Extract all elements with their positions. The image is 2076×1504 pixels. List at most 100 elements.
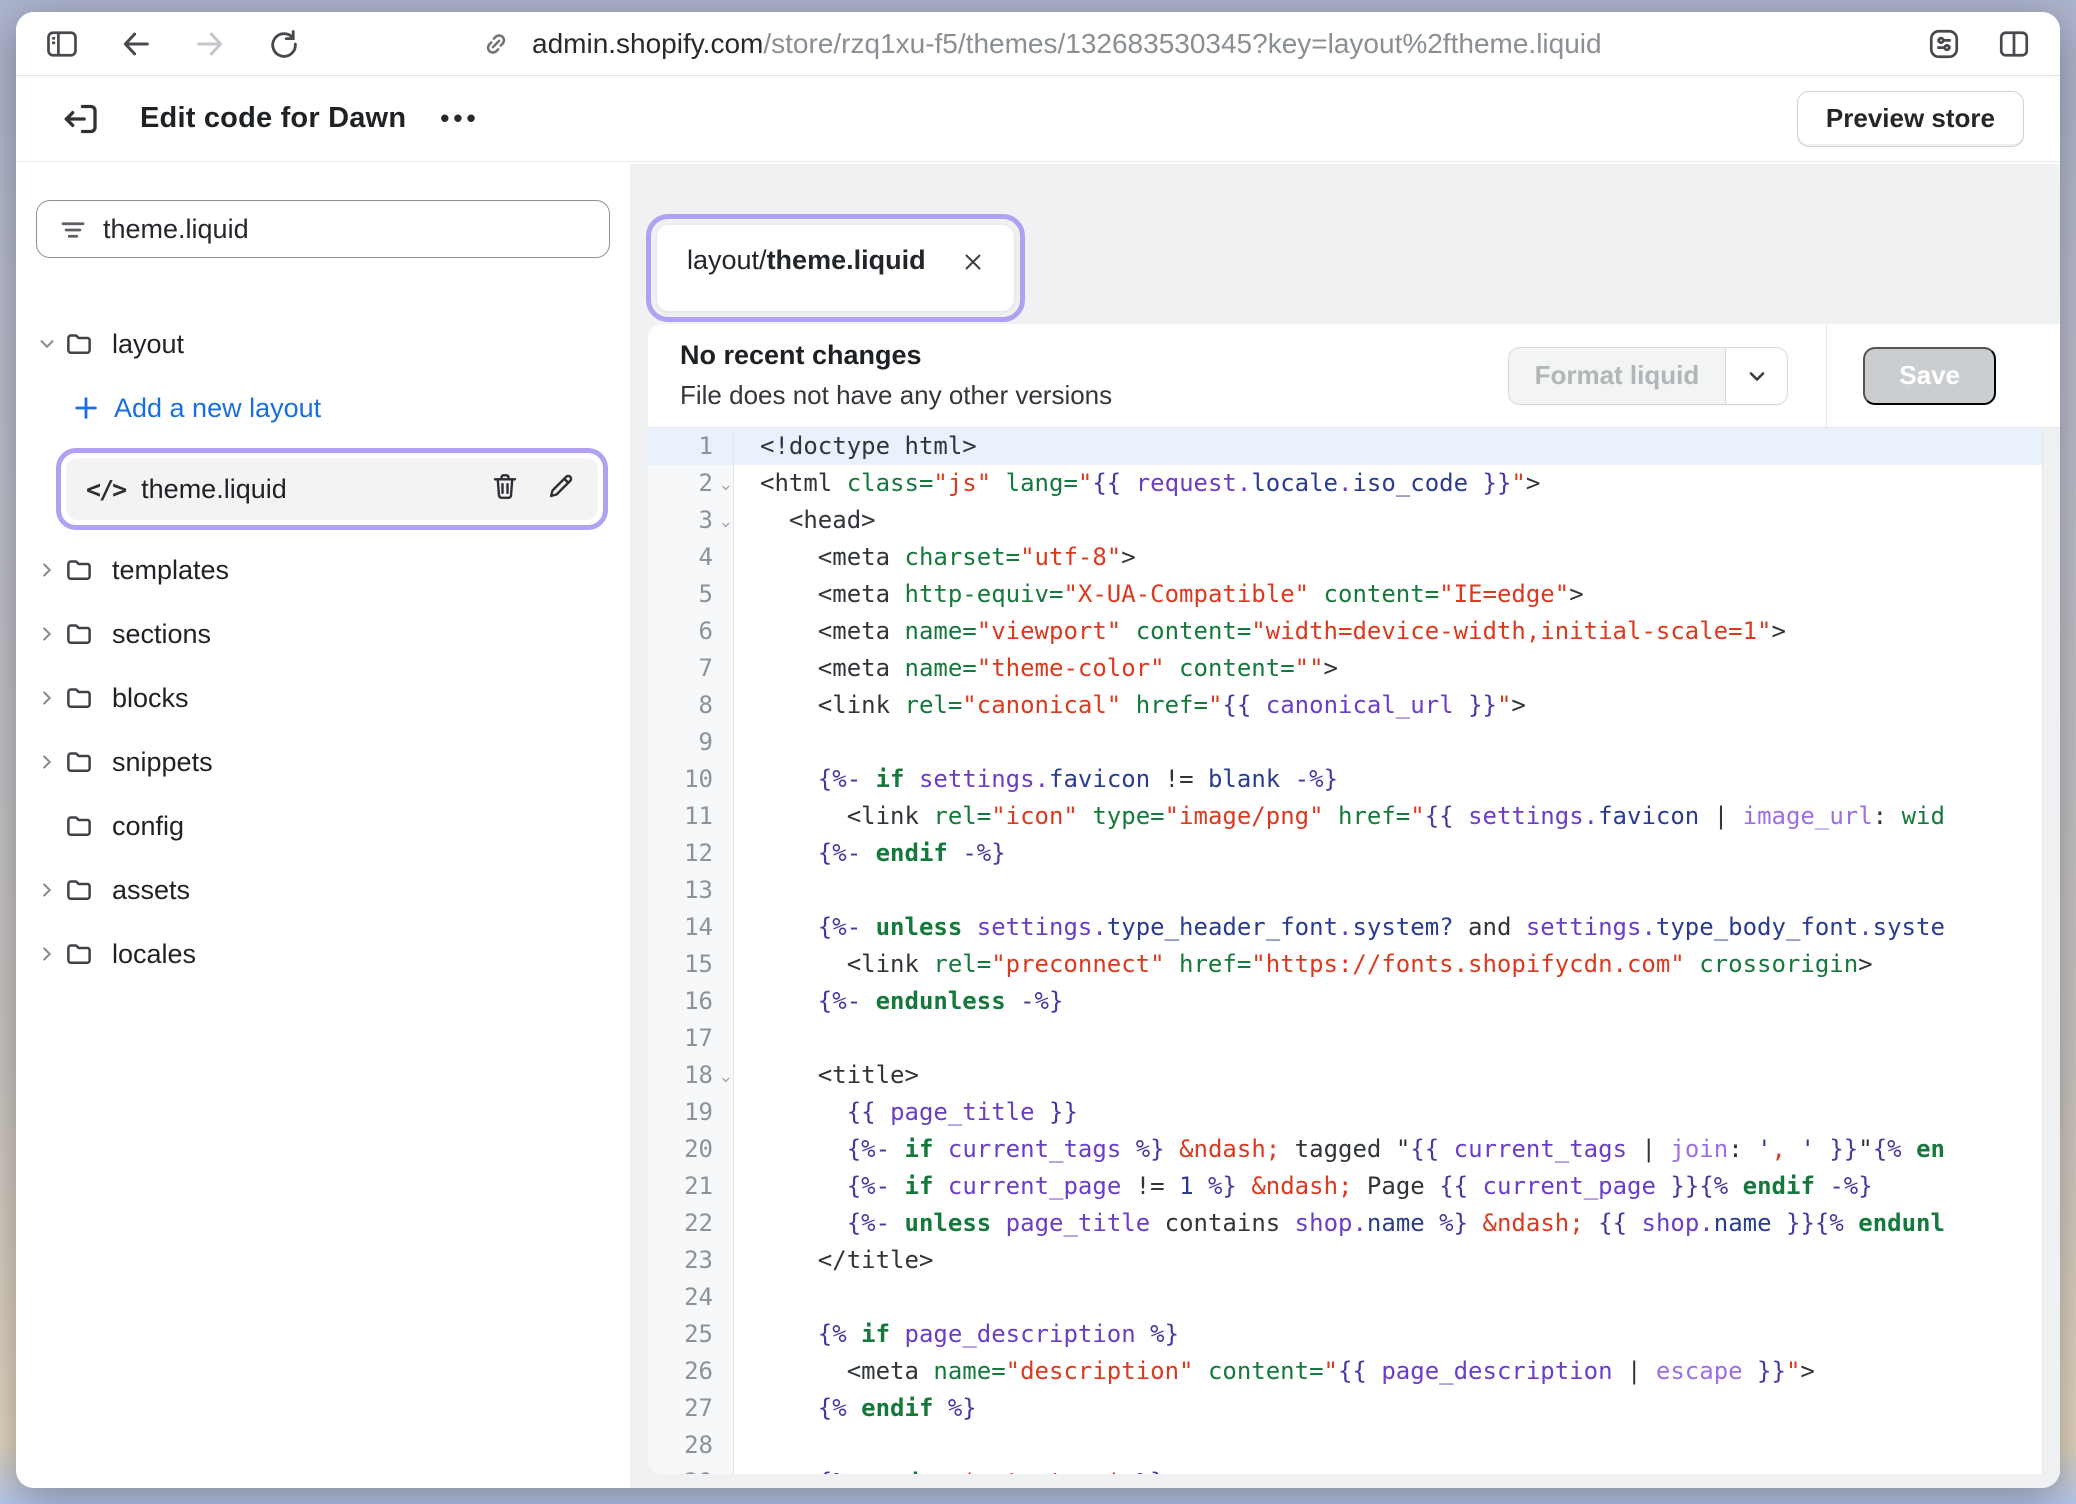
fold-chevron-icon[interactable]: › (708, 513, 745, 529)
code-line[interactable]: 13 (648, 872, 2060, 909)
code-line[interactable]: 5 <meta http-equiv="X-UA-Compatible" con… (648, 576, 2060, 613)
line-number[interactable]: 11 (648, 798, 734, 835)
split-view-icon[interactable] (1994, 24, 2034, 64)
line-number[interactable]: 27 (648, 1390, 734, 1427)
line-number[interactable]: 13 (648, 872, 734, 909)
sidebar-item-config[interactable]: config (30, 794, 606, 858)
forward-icon[interactable] (190, 24, 230, 64)
code-line[interactable]: 16 {%- endunless -%} (648, 983, 2060, 1020)
line-number[interactable]: 16 (648, 983, 734, 1020)
format-liquid-button[interactable]: Format liquid (1508, 347, 1789, 405)
sidebar-item-templates[interactable]: templates (30, 538, 606, 602)
fold-chevron-icon[interactable]: › (708, 1068, 745, 1084)
line-number[interactable]: 21 (648, 1168, 734, 1205)
line-number[interactable]: 29 (648, 1464, 734, 1474)
sidebar-toggle-icon[interactable] (42, 24, 82, 64)
code-line[interactable]: 12 {%- endif -%} (648, 835, 2060, 872)
add-new-layout-link[interactable]: Add a new layout (72, 376, 606, 440)
tab-layout-theme-liquid[interactable]: layout/theme.liquid (657, 225, 1014, 311)
chevron-right-icon[interactable] (30, 623, 64, 645)
line-number[interactable]: 9 (648, 724, 734, 761)
line-number[interactable]: 3› (648, 502, 734, 539)
code-line[interactable]: 15 <link rel="preconnect" href="https://… (648, 946, 2060, 983)
line-number[interactable]: 20 (648, 1131, 734, 1168)
chevron-right-icon[interactable] (30, 687, 64, 709)
line-number[interactable]: 6 (648, 613, 734, 650)
sidebar-item-theme-liquid[interactable]: </> theme.liquid (66, 458, 598, 520)
code-line[interactable]: 18› <title> (648, 1057, 2060, 1094)
line-number[interactable]: 5 (648, 576, 734, 613)
format-liquid-label[interactable]: Format liquid (1509, 348, 1726, 404)
address-bar[interactable]: admin.shopify.com/store/rzq1xu-f5/themes… (476, 12, 1602, 75)
code-line[interactable]: 11 <link rel="icon" type="image/png" hre… (648, 798, 2060, 835)
back-icon[interactable] (116, 24, 156, 64)
format-dropdown-arrow[interactable] (1725, 348, 1787, 404)
sidebar-item-layout[interactable]: layout (30, 312, 606, 376)
sidebar-item-blocks[interactable]: blocks (30, 666, 606, 730)
chevron-right-icon[interactable] (30, 943, 64, 965)
code-editor[interactable]: 1<!doctype html>2›<html class="js" lang=… (648, 428, 2060, 1474)
code-line[interactable]: 20 {%- if current_tags %} &ndash; tagged… (648, 1131, 2060, 1168)
sidebar-item-locales[interactable]: locales (30, 922, 606, 986)
line-number[interactable]: 23 (648, 1242, 734, 1279)
fold-chevron-icon[interactable]: › (708, 476, 745, 492)
code-line[interactable]: 27 {% endif %} (648, 1390, 2060, 1427)
file-sidebar: layout Add a new layout </> theme.liquid (16, 164, 630, 1488)
code-line[interactable]: 8 <link rel="canonical" href="{{ canonic… (648, 687, 2060, 724)
chevron-down-icon[interactable] (30, 333, 64, 355)
code-line[interactable]: 21 {%- if current_page != 1 %} &ndash; P… (648, 1168, 2060, 1205)
close-tab-icon[interactable] (960, 249, 986, 280)
line-number[interactable]: 12 (648, 835, 734, 872)
line-number[interactable]: 26 (648, 1353, 734, 1390)
line-number[interactable]: 15 (648, 946, 734, 983)
chevron-right-icon[interactable] (30, 559, 64, 581)
code-line[interactable]: 22 {%- unless page_title contains shop.n… (648, 1205, 2060, 1242)
code-line[interactable]: 2›<html class="js" lang="{{ request.loca… (648, 465, 2060, 502)
code-line[interactable]: 24 (648, 1279, 2060, 1316)
code-line[interactable]: 29 {% render 'meta-tags' %} (648, 1464, 2060, 1474)
exit-icon[interactable] (58, 97, 102, 141)
delete-file-icon[interactable] (490, 471, 520, 508)
code-line[interactable]: 28 (648, 1427, 2060, 1464)
line-number[interactable]: 4 (648, 539, 734, 576)
code-line[interactable]: 26 <meta name="description" content="{{ … (648, 1353, 2060, 1390)
line-number[interactable]: 14 (648, 909, 734, 946)
code-line[interactable]: 4 <meta charset="utf-8"> (648, 539, 2060, 576)
chevron-right-icon[interactable] (30, 751, 64, 773)
line-number[interactable]: 22 (648, 1205, 734, 1242)
code-line[interactable]: 19 {{ page_title }} (648, 1094, 2060, 1131)
code-line[interactable]: 7 <meta name="theme-color" content=""> (648, 650, 2060, 687)
line-number[interactable]: 17 (648, 1020, 734, 1057)
line-number[interactable]: 25 (648, 1316, 734, 1353)
rename-file-icon[interactable] (546, 471, 576, 508)
line-number[interactable]: 7 (648, 650, 734, 687)
code-line[interactable]: 3› <head> (648, 502, 2060, 539)
chevron-right-icon[interactable] (30, 879, 64, 901)
line-number[interactable]: 2› (648, 465, 734, 502)
code-line[interactable]: 14 {%- unless settings.type_header_font.… (648, 909, 2060, 946)
search-input[interactable] (36, 200, 610, 258)
sidebar-item-assets[interactable]: assets (30, 858, 606, 922)
line-number[interactable]: 19 (648, 1094, 734, 1131)
code-line[interactable]: 1<!doctype html> (648, 428, 2060, 465)
more-menu-icon[interactable]: ••• (440, 103, 479, 134)
line-number[interactable]: 10 (648, 761, 734, 798)
code-line[interactable]: 9 (648, 724, 2060, 761)
line-number[interactable]: 18› (648, 1057, 734, 1094)
code-line[interactable]: 10 {%- if settings.favicon != blank -%} (648, 761, 2060, 798)
code-line[interactable]: 17 (648, 1020, 2060, 1057)
line-number[interactable]: 8 (648, 687, 734, 724)
line-number[interactable]: 1 (648, 428, 734, 465)
code-line[interactable]: 23 </title> (648, 1242, 2060, 1279)
browser-settings-icon[interactable] (1924, 24, 1964, 64)
sidebar-item-sections[interactable]: sections (30, 602, 606, 666)
preview-store-button[interactable]: Preview store (1797, 91, 2024, 147)
editor-scrollbar[interactable] (2042, 428, 2060, 1474)
code-line[interactable]: 6 <meta name="viewport" content="width=d… (648, 613, 2060, 650)
line-number[interactable]: 28 (648, 1427, 734, 1464)
line-number[interactable]: 24 (648, 1279, 734, 1316)
save-button[interactable]: Save (1863, 347, 1996, 405)
code-line[interactable]: 25 {% if page_description %} (648, 1316, 2060, 1353)
sidebar-item-snippets[interactable]: snippets (30, 730, 606, 794)
reload-icon[interactable] (264, 24, 304, 64)
